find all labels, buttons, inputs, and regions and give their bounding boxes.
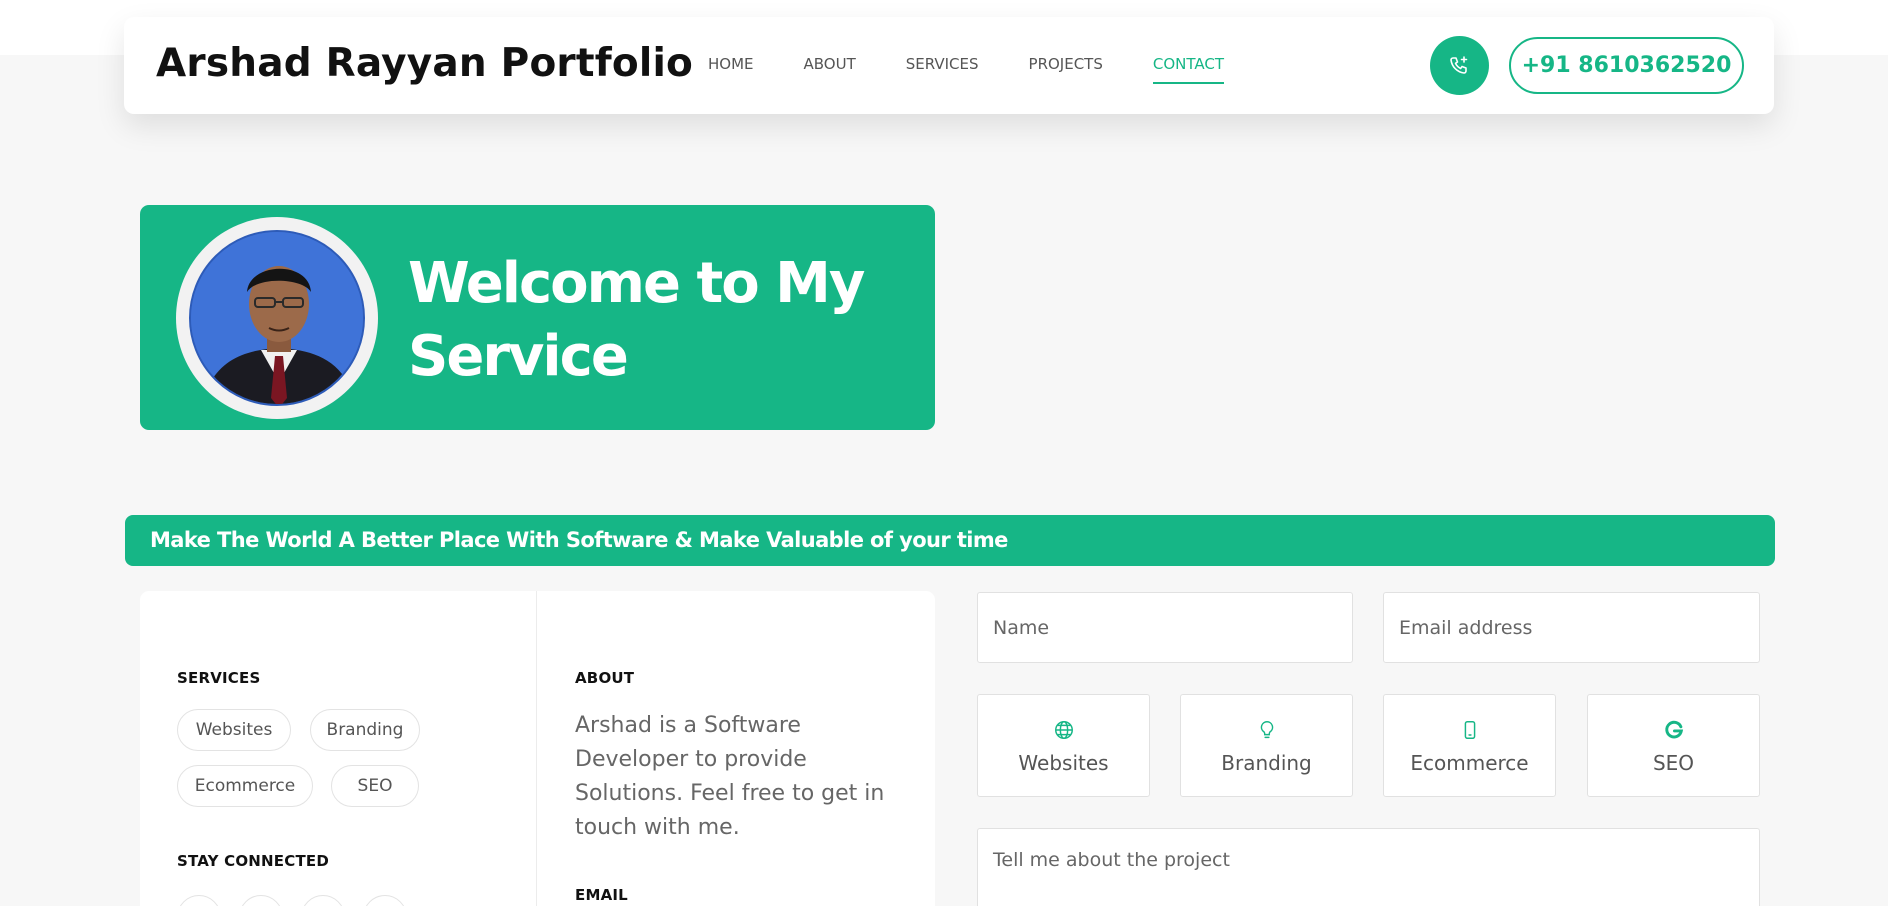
social-link-3[interactable] (301, 895, 345, 906)
info-card: SERVICES Websites Branding Ecommerce SEO… (140, 591, 935, 906)
navbar: Arshad Rayyan Portfolio HOME ABOUT SERVI… (124, 17, 1774, 114)
nav-services[interactable]: SERVICES (906, 55, 979, 84)
service-option-seo[interactable]: SEO (1587, 694, 1760, 797)
about-heading: ABOUT (575, 669, 635, 687)
social-link-1[interactable] (177, 895, 221, 906)
nav-home[interactable]: HOME (708, 55, 754, 84)
phone-plus-icon (1449, 55, 1467, 74)
google-icon (1664, 720, 1683, 738)
service-tag-websites[interactable]: Websites (177, 709, 291, 751)
service-tag-ecommerce[interactable]: Ecommerce (177, 765, 313, 807)
name-input[interactable]: Name (977, 592, 1353, 663)
hero-title: Welcome to My Service (408, 251, 865, 389)
nav-projects[interactable]: PROJECTS (1029, 55, 1103, 84)
hero-banner: Welcome to My Service (140, 205, 935, 430)
stay-connected-heading: STAY CONNECTED (177, 852, 329, 870)
email-heading: EMAIL (575, 886, 628, 904)
service-option-label: Websites (1018, 750, 1109, 775)
nav-about[interactable]: ABOUT (804, 55, 856, 84)
services-heading: SERVICES (177, 669, 261, 687)
brand-title[interactable]: Arshad Rayyan Portfolio (156, 41, 693, 86)
service-tag-branding[interactable]: Branding (310, 709, 420, 751)
tagline-banner: Make The World A Better Place With Softw… (125, 515, 1775, 566)
divider (536, 591, 537, 906)
mobile-icon (1464, 720, 1475, 739)
main-nav: HOME ABOUT SERVICES PROJECTS CONTACT (708, 55, 1274, 84)
phone-number-button[interactable]: +91 8610362520 (1509, 37, 1744, 94)
email-input[interactable]: Email address (1383, 592, 1760, 663)
service-option-branding[interactable]: Branding (1180, 694, 1353, 797)
project-textarea[interactable]: Tell me about the project (977, 828, 1760, 906)
avatar-ring (176, 217, 378, 419)
about-text: Arshad is a Software Developer to provid… (575, 713, 885, 840)
social-link-2[interactable] (239, 895, 283, 906)
service-option-label: SEO (1652, 750, 1695, 775)
service-option-label: Branding (1221, 750, 1312, 775)
service-tag-seo[interactable]: SEO (331, 765, 419, 807)
globe-icon (1054, 720, 1073, 739)
lightbulb-icon (1260, 720, 1273, 738)
service-option-ecommerce[interactable]: Ecommerce (1383, 694, 1556, 797)
service-option-label: Ecommerce (1410, 750, 1529, 775)
social-link-4[interactable] (363, 895, 407, 906)
service-option-websites[interactable]: Websites (977, 694, 1150, 797)
profile-photo (191, 232, 363, 404)
phone-call-button[interactable] (1430, 36, 1489, 95)
avatar (189, 230, 365, 406)
nav-contact[interactable]: CONTACT (1152, 55, 1225, 84)
